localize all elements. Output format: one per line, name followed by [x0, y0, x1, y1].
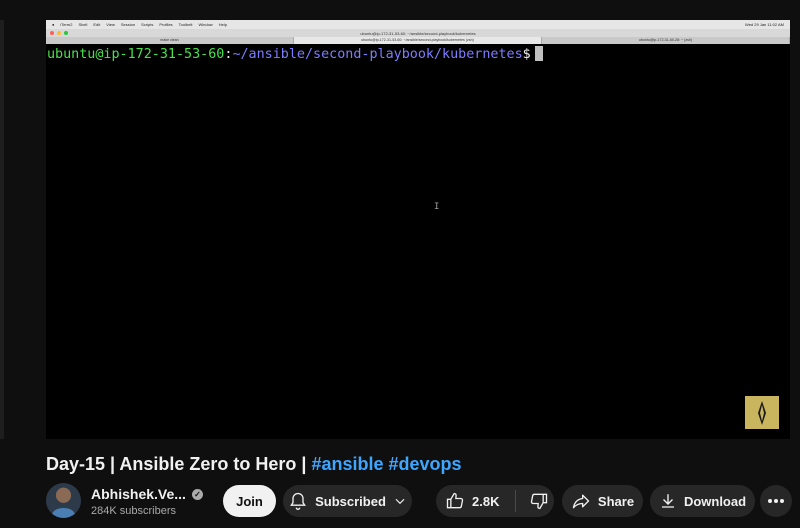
menu-item: Session — [120, 22, 136, 27]
channel-name[interactable]: Abhishek.Ve... ✓ — [91, 486, 203, 502]
iterm-tab: ubuntu@ip-172-31-60-28: ~ (zsh) — [542, 37, 790, 44]
share-icon — [572, 494, 590, 509]
ibeam-cursor-icon: I — [434, 202, 440, 212]
like-divider — [515, 490, 517, 512]
channel-watermark-logo[interactable] — [745, 396, 779, 429]
share-label: Share — [597, 493, 635, 509]
prompt-sign: $ — [522, 47, 531, 62]
video-title-text: Day-15 | Ansible Zero to Hero | — [46, 454, 312, 474]
channel-avatar[interactable] — [46, 483, 81, 518]
iterm-window-title: ubuntu@ip-172-31-53-60: ~/ansible/second… — [360, 30, 476, 36]
menu-item: Profiles — [159, 22, 173, 27]
more-horizontal-icon — [768, 499, 784, 503]
like-dislike-group: 2.8K — [436, 485, 554, 517]
video-title: Day-15 | Ansible Zero to Hero | #ansible… — [46, 454, 462, 475]
download-icon — [661, 494, 674, 508]
menu-item: Shell — [78, 22, 88, 27]
iterm-tab: make clean — [46, 37, 294, 44]
menu-item: Toolbelt — [178, 22, 193, 27]
dislike-icon[interactable] — [529, 491, 549, 511]
menu-item: View — [106, 22, 115, 27]
download-label: Download — [683, 493, 747, 509]
video-player[interactable]: ● iTerm2 Shell Edit View Session Scripts… — [46, 20, 790, 439]
subscribed-label: Subscribed — [315, 493, 386, 509]
terminal-output: ubuntu@ip-172-31-53-60:~/ansible/second-… — [46, 44, 790, 439]
share-button[interactable]: Share — [562, 485, 643, 517]
menu-item: Window — [198, 22, 213, 27]
apple-icon: ● — [52, 22, 55, 27]
like-count[interactable]: 2.8K — [472, 494, 499, 509]
youtube-watch-page: ● iTerm2 Shell Edit View Session Scripts… — [0, 0, 800, 528]
verified-icon: ✓ — [191, 488, 203, 500]
menubar-clock: Wed 29 Jan 11:02 AM — [745, 22, 784, 27]
avatar-figure — [52, 508, 75, 518]
like-icon[interactable] — [445, 491, 465, 511]
subscriber-count: 284K subscribers — [91, 505, 176, 517]
menu-item: Scripts — [141, 22, 154, 27]
channel-name-text[interactable]: Abhishek.Ve... — [91, 486, 186, 502]
hashtag-link[interactable]: #devops — [389, 454, 462, 474]
chevron-down-icon — [395, 498, 405, 505]
prompt-path: ~/ansible/second-playbook/kubernetes — [232, 47, 523, 62]
iterm-tab-bar: make clean ubuntu@ip-172-31-53-60: ~/ans… — [46, 37, 790, 44]
more-actions-button[interactable] — [760, 485, 792, 517]
subscribed-button[interactable]: Subscribed — [283, 485, 412, 517]
menu-item: iTerm2 — [60, 22, 73, 27]
menu-item: Edit — [93, 22, 101, 27]
video-edge — [0, 20, 4, 439]
compass-icon — [758, 400, 766, 425]
hashtag-link[interactable]: #ansible — [311, 454, 383, 474]
menu-item: Help — [218, 22, 227, 27]
mac-menubar: ● iTerm2 Shell Edit View Session Scripts… — [46, 20, 790, 29]
iterm-tab-active: ubuntu@ip-172-31-53-60: ~/ansible/second… — [294, 37, 542, 44]
join-label: Join — [236, 493, 263, 509]
prompt-user-host: ubuntu@ip-172-31-53-60 — [47, 47, 225, 62]
bell-icon — [290, 492, 307, 510]
download-button[interactable]: Download — [650, 485, 755, 517]
join-button[interactable]: Join — [223, 485, 276, 517]
terminal-cursor — [534, 46, 543, 61]
iterm-titlebar: ubuntu@ip-172-31-53-60: ~/ansible/second… — [46, 29, 790, 37]
